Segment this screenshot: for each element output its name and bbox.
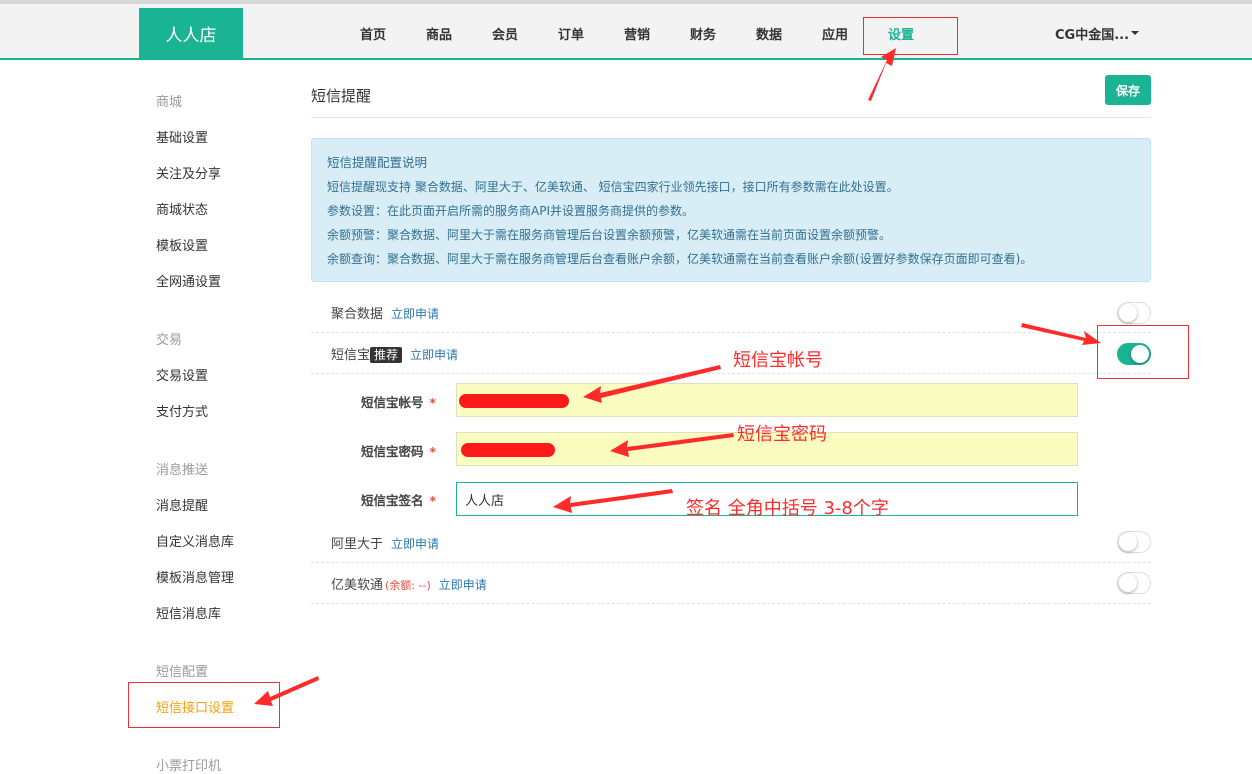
arrow-icon: [610, 433, 734, 457]
arrow-icon: [583, 365, 721, 403]
annotation-arrows: [254, 48, 1101, 706]
arrow-icon: [254, 676, 319, 706]
arrow-icon: [553, 489, 673, 513]
arrow-icon: [1021, 323, 1101, 345]
arrow-icon: [868, 48, 896, 101]
